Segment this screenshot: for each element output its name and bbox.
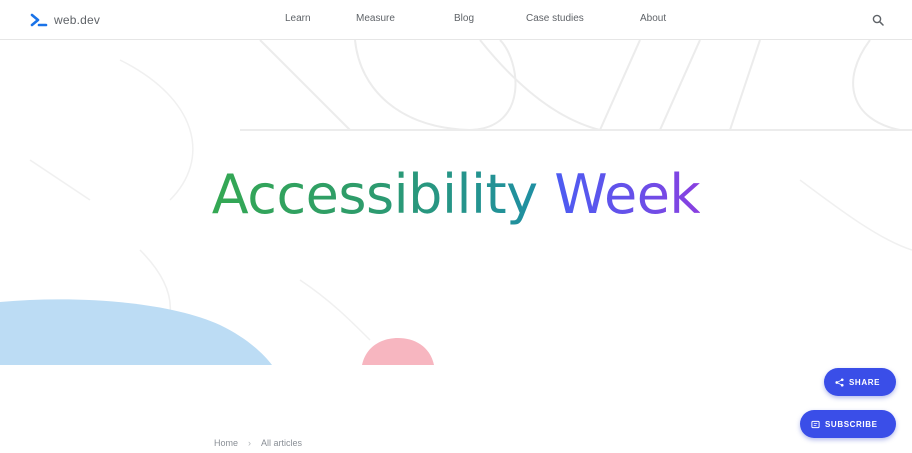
nav-link-about[interactable]: About [640, 13, 666, 24]
nav-link-learn[interactable]: Learn [285, 13, 311, 24]
breadcrumb-separator: › [248, 438, 252, 448]
top-navigation-bar: web.dev Learn Measure Blog Case studies … [0, 0, 912, 40]
hero-title: Accessibility Week [0, 168, 912, 222]
hero-title-word-1: Accessibility [211, 163, 538, 226]
search-button[interactable] [868, 10, 888, 30]
hero-banner: Accessibility Week [0, 40, 912, 365]
breadcrumb: Home › All articles [214, 438, 302, 448]
nav-link-blog[interactable]: Blog [454, 13, 474, 24]
hero-title-word-2: Week [554, 163, 701, 226]
breadcrumb-home[interactable]: Home [214, 438, 238, 448]
nav-link-case-studies[interactable]: Case studies [526, 13, 584, 24]
nav-link-measure[interactable]: Measure [356, 13, 395, 24]
search-icon [872, 14, 884, 26]
share-label: SHARE [849, 377, 881, 387]
subscribe-label: SUBSCRIBE [825, 419, 878, 429]
breadcrumb-all-articles[interactable]: All articles [261, 438, 302, 448]
share-button[interactable]: SHARE [824, 368, 896, 396]
subscribe-icon [811, 420, 820, 428]
share-icon [835, 377, 844, 387]
subscribe-button[interactable]: SUBSCRIBE [800, 410, 896, 438]
main-nav: Learn Measure Blog Case studies About [0, 0, 912, 40]
